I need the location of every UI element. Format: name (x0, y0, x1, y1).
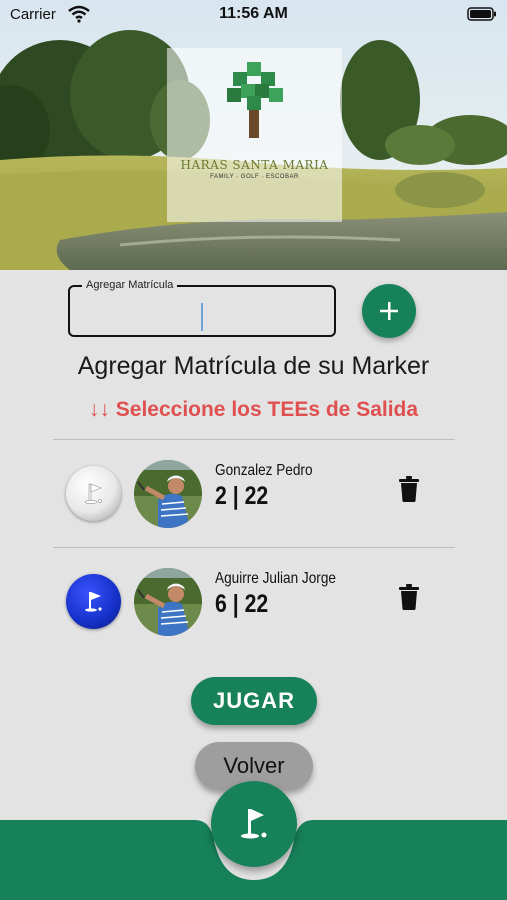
tee-selector-white[interactable] (66, 466, 121, 521)
hero-image: HARAS SANTA MARIA FAMILY · GOLF · ESCOBA… (0, 0, 507, 270)
club-logo: HARAS SANTA MARIA FAMILY · GOLF · ESCOBA… (167, 48, 342, 222)
play-button[interactable]: JUGAR (191, 677, 317, 725)
marker-title: Agregar Matrícula de su Marker (77, 352, 430, 380)
license-input-label: Agregar Matrícula (82, 279, 178, 291)
player-row: Aguirre Julian Jorge 6 | 22 (0, 556, 507, 646)
avatar (134, 460, 202, 528)
add-license-button[interactable] (362, 284, 416, 338)
text-caret (201, 303, 203, 331)
logo-subtitle: FAMILY · GOLF · ESCOBAR (210, 174, 299, 180)
clock: 11:56 AM (219, 5, 288, 22)
divider (53, 547, 455, 548)
avatar (134, 568, 202, 636)
player-name: Gonzalez Pedro (215, 462, 313, 479)
tee-selector-blue[interactable] (66, 574, 121, 629)
trash-icon[interactable] (398, 476, 420, 502)
golf-flag-icon (241, 809, 267, 839)
player-name: Aguirre Julian Jorge (215, 570, 336, 587)
tee-prompt: ↓↓ Seleccione los TEEs de Salida (88, 398, 419, 421)
home-button[interactable] (211, 781, 297, 867)
flag-icon (84, 483, 102, 504)
battery-icon (467, 7, 496, 21)
plus-icon (380, 302, 398, 320)
player-row: Gonzalez Pedro 2 | 22 (0, 448, 507, 538)
divider (53, 439, 455, 440)
status-bar: Carrier 11:56 AM (0, 0, 507, 30)
player-score: 6 | 22 (215, 590, 269, 618)
logo-name: HARAS SANTA MARIA (180, 158, 329, 172)
flag-icon (84, 591, 102, 612)
tree-logo-icon (227, 62, 283, 138)
player-score: 2 | 22 (215, 482, 269, 510)
trash-icon[interactable] (398, 584, 420, 610)
